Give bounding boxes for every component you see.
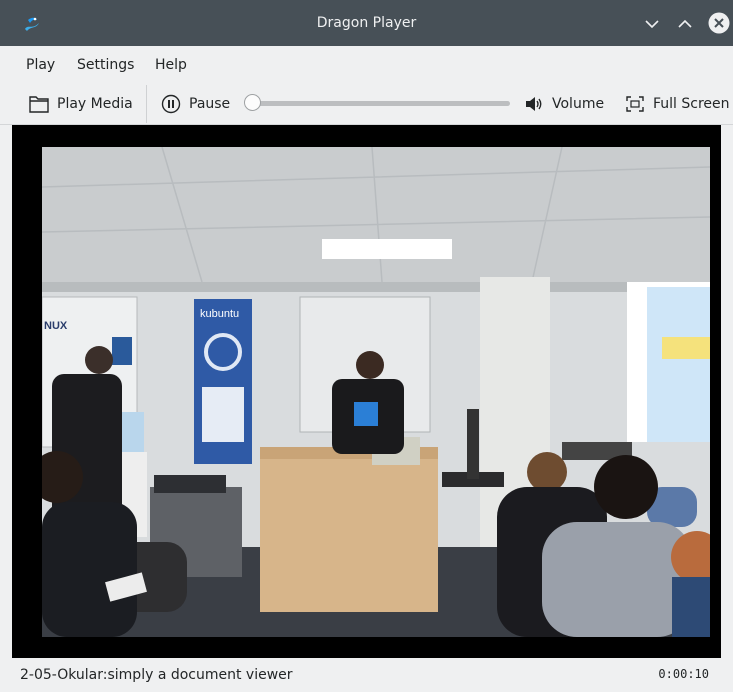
video-area[interactable]: NUX kubuntu <box>12 125 721 658</box>
chevron-up-icon[interactable] <box>675 14 695 34</box>
volume-button[interactable]: Volume <box>524 83 604 124</box>
menu-settings[interactable]: Settings <box>77 46 134 84</box>
fullscreen-label: Full Screen <box>653 95 730 112</box>
volume-label: Volume <box>552 95 605 112</box>
play-media-button[interactable]: Play Media <box>29 83 133 124</box>
fullscreen-icon <box>626 95 644 112</box>
playback-time: 0:00:10 <box>658 667 709 681</box>
status-bar: 2-05-Okular:simply a document viewer 0:0… <box>0 658 733 690</box>
window-title: Dragon Player <box>316 15 417 31</box>
menu-play[interactable]: Play <box>26 46 55 84</box>
toolbar: Play Media Pause Volume Full Screen <box>0 83 733 125</box>
fullscreen-button[interactable]: Full Screen <box>625 83 730 124</box>
speaker-icon <box>526 96 542 111</box>
banner-text: kubuntu <box>200 308 239 320</box>
pause-button[interactable]: Pause <box>161 83 230 124</box>
menu-bar: Play Settings Help <box>0 46 733 83</box>
chevron-down-icon[interactable] <box>642 14 662 34</box>
menu-help[interactable]: Help <box>155 46 187 84</box>
seek-track[interactable] <box>250 101 510 106</box>
seek-handle[interactable] <box>244 94 261 111</box>
pause-icon <box>161 94 181 113</box>
pause-label: Pause <box>189 95 231 112</box>
title-bar: Dragon Player <box>0 0 733 46</box>
whiteboard-text: NUX <box>44 320 68 332</box>
seek-slider[interactable] <box>244 93 510 113</box>
toolbar-separator <box>146 85 147 123</box>
folder-icon <box>29 95 49 113</box>
close-icon[interactable] <box>708 12 730 34</box>
play-media-label: Play Media <box>57 95 133 112</box>
video-frame[interactable]: NUX kubuntu <box>42 147 710 637</box>
track-title: 2-05-Okular:simply a document viewer <box>20 667 293 683</box>
